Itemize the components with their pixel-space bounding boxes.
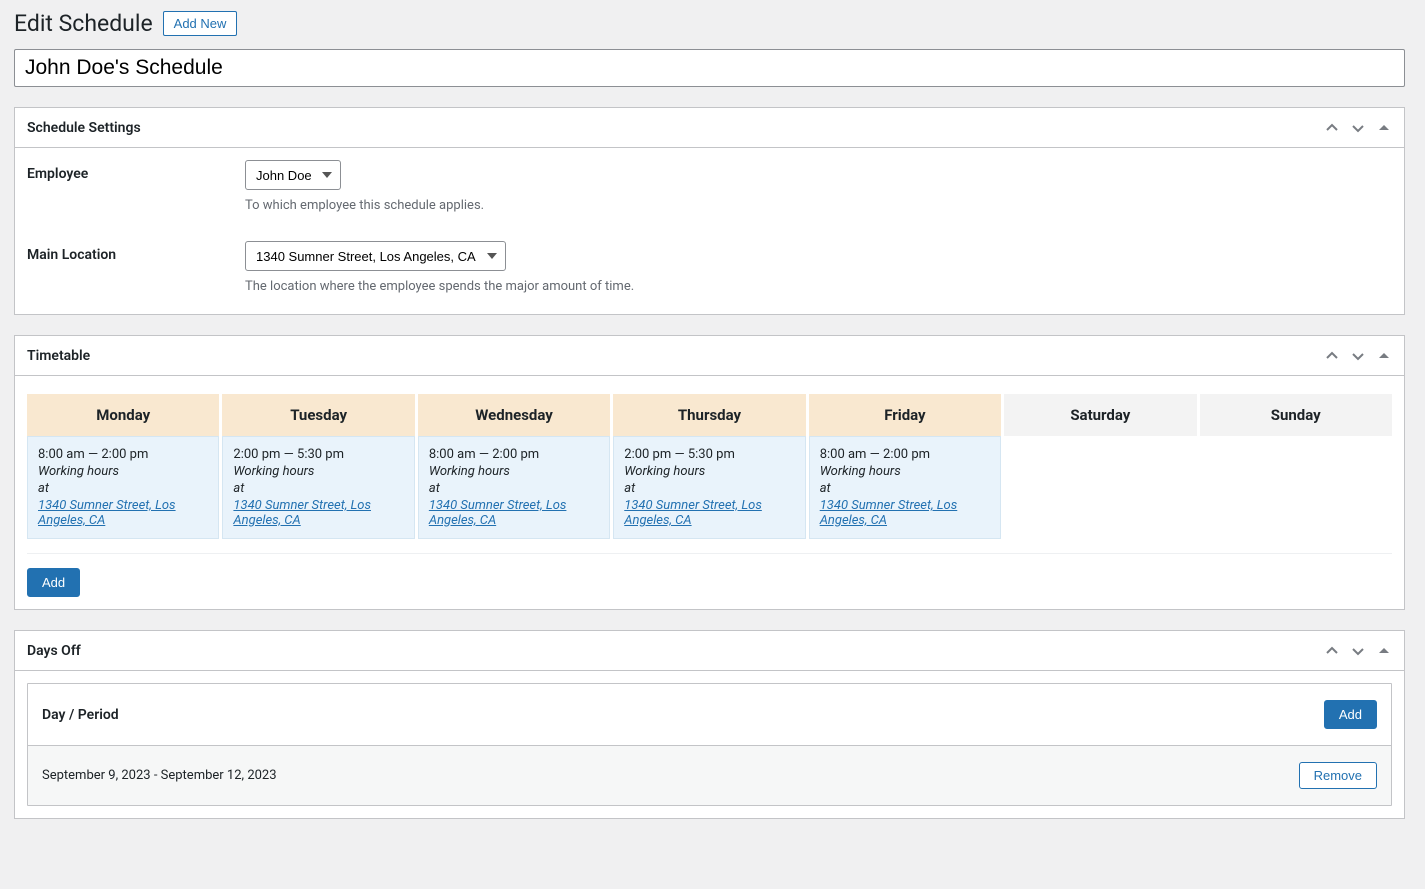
slot-location-link[interactable]: 1340 Sumner Street, Los Angeles, CA bbox=[38, 498, 176, 528]
location-label: Main Location bbox=[27, 241, 245, 294]
schedule-title-input[interactable] bbox=[14, 49, 1405, 87]
day-header: Sunday bbox=[1200, 394, 1392, 436]
slot-activity: Working hours bbox=[624, 464, 794, 479]
daysoff-row: September 9, 2023 - September 12, 2023 Re… bbox=[28, 746, 1391, 805]
slot-times: 2:00 pm — 5:30 pm bbox=[624, 447, 794, 462]
timetable-add-button[interactable]: Add bbox=[27, 568, 80, 597]
slot-location-link[interactable]: 1340 Sumner Street, Los Angeles, CA bbox=[429, 498, 567, 528]
employee-hint: To which employee this schedule applies. bbox=[245, 198, 1392, 213]
employee-label: Employee bbox=[27, 160, 245, 213]
slot-at-label: at bbox=[233, 481, 403, 496]
day-header: Friday bbox=[809, 394, 1001, 436]
daysoff-header-label: Day / Period bbox=[42, 707, 119, 723]
panel-heading: Days Off bbox=[27, 643, 81, 659]
day-column: Sunday bbox=[1200, 394, 1392, 539]
day-header: Wednesday bbox=[418, 394, 610, 436]
collapse-icon[interactable] bbox=[1376, 348, 1392, 364]
day-column: Tuesday 2:00 pm — 5:30 pm Working hours at 1… bbox=[222, 394, 414, 539]
timetable-slot[interactable]: 2:00 pm — 5:30 pm Working hours at 1340 Sum… bbox=[613, 436, 805, 539]
slot-location-link[interactable]: 1340 Sumner Street, Los Angeles, CA bbox=[624, 498, 762, 528]
timetable-slot[interactable]: 8:00 am — 2:00 pm Working hours at 1340 Sum… bbox=[809, 436, 1001, 539]
slot-at-label: at bbox=[624, 481, 794, 496]
daysoff-add-button[interactable]: Add bbox=[1324, 700, 1377, 729]
chevron-up-icon[interactable] bbox=[1324, 348, 1340, 364]
panel-schedule-settings: Schedule Settings Employee John Doe To w… bbox=[14, 107, 1405, 315]
panel-timetable: Timetable Monday 8:00 am — 2:00 pm Working… bbox=[14, 335, 1405, 610]
slot-times: 8:00 am — 2:00 pm bbox=[820, 447, 990, 462]
slot-activity: Working hours bbox=[233, 464, 403, 479]
day-column: Saturday bbox=[1004, 394, 1196, 539]
panel-days-off: Days Off Day / Period Add September 9, 2… bbox=[14, 630, 1405, 819]
timetable-slot[interactable]: 2:00 pm — 5:30 pm Working hours at 1340 Sum… bbox=[222, 436, 414, 539]
panel-heading: Schedule Settings bbox=[27, 120, 141, 136]
location-select[interactable]: 1340 Sumner Street, Los Angeles, CA bbox=[245, 241, 506, 271]
collapse-icon[interactable] bbox=[1376, 120, 1392, 136]
slot-location-link[interactable]: 1340 Sumner Street, Los Angeles, CA bbox=[820, 498, 958, 528]
page-title: Edit Schedule bbox=[14, 10, 153, 37]
timetable-slot[interactable]: 8:00 am — 2:00 pm Working hours at 1340 Sum… bbox=[418, 436, 610, 539]
day-column: Thursday 2:00 pm — 5:30 pm Working hours at… bbox=[613, 394, 805, 539]
collapse-icon[interactable] bbox=[1376, 643, 1392, 659]
daysoff-period: September 9, 2023 - September 12, 2023 bbox=[42, 768, 277, 783]
slot-activity: Working hours bbox=[38, 464, 208, 479]
chevron-down-icon[interactable] bbox=[1350, 643, 1366, 659]
panel-heading: Timetable bbox=[27, 348, 90, 364]
slot-at-label: at bbox=[38, 481, 208, 496]
chevron-down-icon[interactable] bbox=[1350, 120, 1366, 136]
slot-activity: Working hours bbox=[429, 464, 599, 479]
slot-times: 8:00 am — 2:00 pm bbox=[38, 447, 208, 462]
chevron-down-icon[interactable] bbox=[1350, 348, 1366, 364]
day-column: Friday 8:00 am — 2:00 pm Working hours at 13… bbox=[809, 394, 1001, 539]
slot-activity: Working hours bbox=[820, 464, 990, 479]
day-header: Monday bbox=[27, 394, 219, 436]
daysoff-remove-button[interactable]: Remove bbox=[1299, 762, 1377, 789]
chevron-up-icon[interactable] bbox=[1324, 643, 1340, 659]
slot-at-label: at bbox=[820, 481, 990, 496]
slot-times: 2:00 pm — 5:30 pm bbox=[233, 447, 403, 462]
day-header: Thursday bbox=[613, 394, 805, 436]
slot-at-label: at bbox=[429, 481, 599, 496]
timetable-slot[interactable]: 8:00 am — 2:00 pm Working hours at 1340 Sum… bbox=[27, 436, 219, 539]
location-hint: The location where the employee spends t… bbox=[245, 279, 1392, 294]
add-new-button[interactable]: Add New bbox=[163, 11, 238, 36]
chevron-up-icon[interactable] bbox=[1324, 120, 1340, 136]
day-column: Wednesday 8:00 am — 2:00 pm Working hours a… bbox=[418, 394, 610, 539]
slot-times: 8:00 am — 2:00 pm bbox=[429, 447, 599, 462]
employee-select[interactable]: John Doe bbox=[245, 160, 341, 190]
day-column: Monday 8:00 am — 2:00 pm Working hours at 13… bbox=[27, 394, 219, 539]
slot-location-link[interactable]: 1340 Sumner Street, Los Angeles, CA bbox=[233, 498, 371, 528]
day-header: Tuesday bbox=[222, 394, 414, 436]
day-header: Saturday bbox=[1004, 394, 1196, 436]
